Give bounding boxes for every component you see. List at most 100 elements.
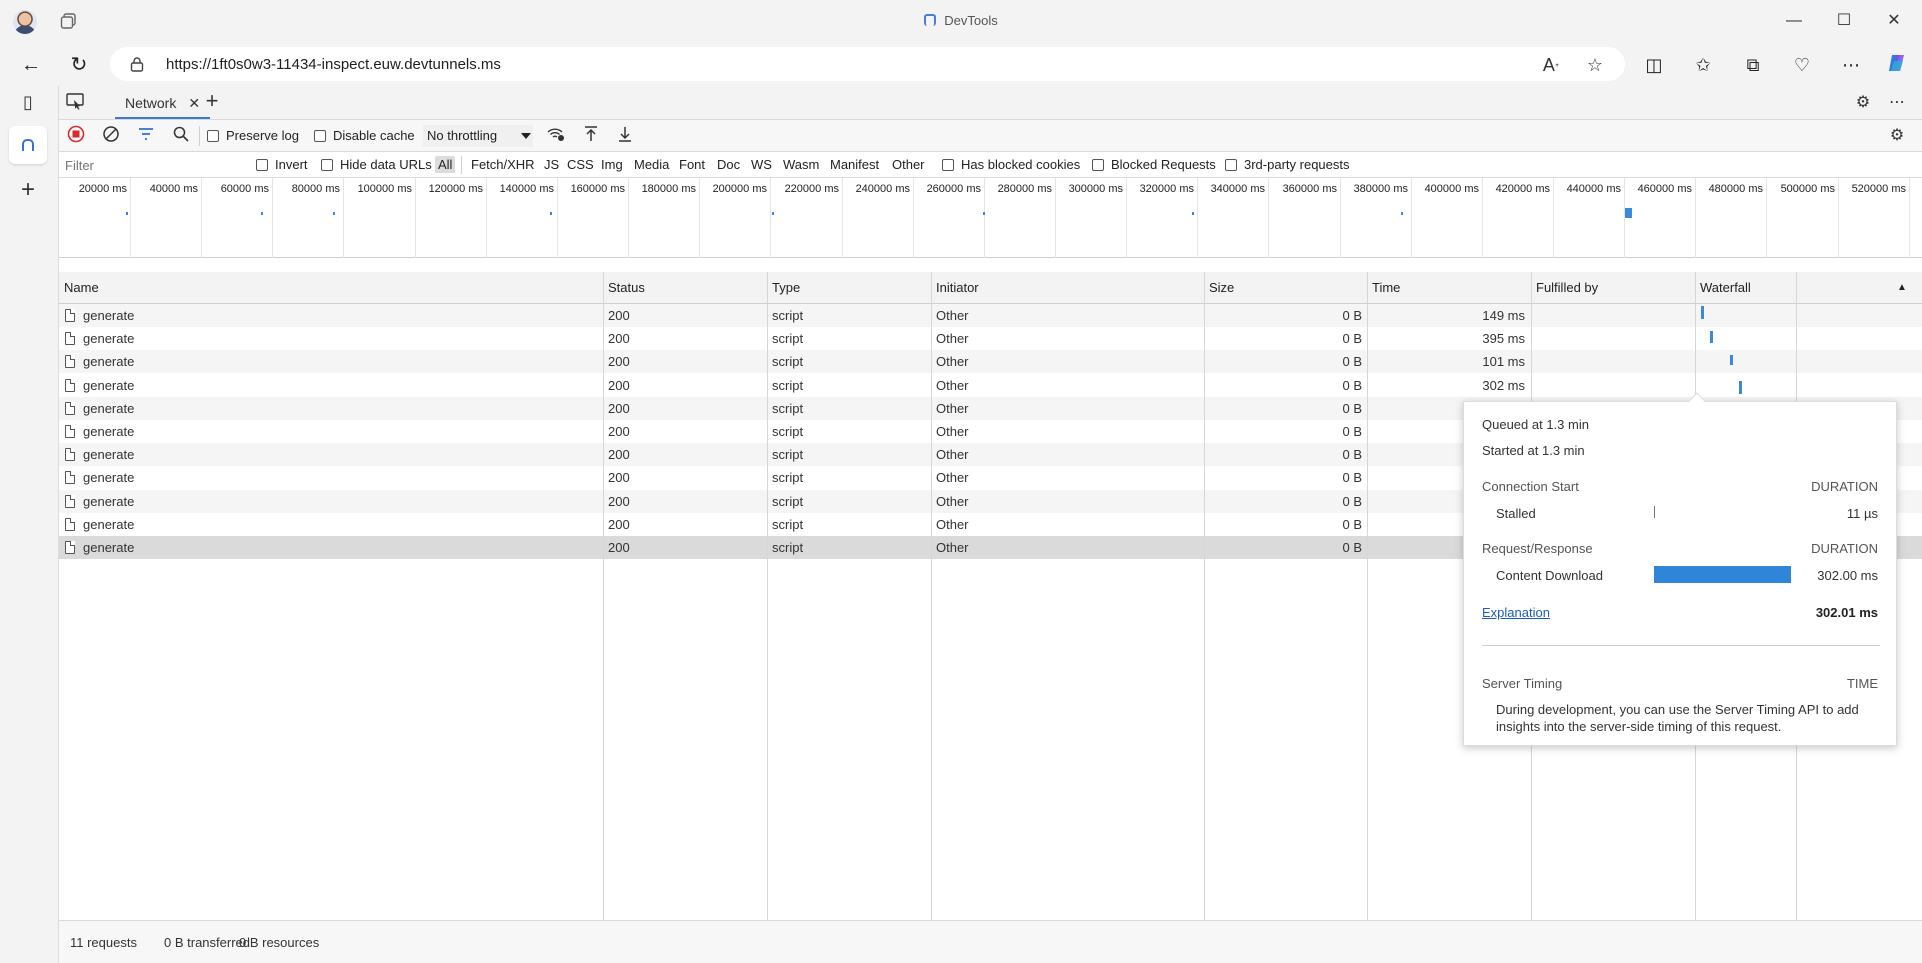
split-screen-icon[interactable]: ◫ (1641, 52, 1667, 78)
filter-type-other[interactable]: Other (889, 156, 928, 173)
table-row[interactable]: generate 200 script Other 0 B 395 ms (59, 327, 1922, 350)
request-initiator: Other (936, 494, 969, 509)
column-fulfilled-by[interactable]: Fulfilled by (1531, 272, 1598, 304)
column-name[interactable]: Name (59, 272, 99, 304)
refresh-button[interactable]: ↻ (66, 52, 92, 78)
waterfall-bar[interactable] (1739, 381, 1742, 394)
preserve-log-checkbox[interactable]: Preserve log (207, 128, 299, 143)
overview-request-mark (772, 212, 774, 215)
network-conditions-icon[interactable] (545, 125, 567, 147)
filter-type-ws[interactable]: WS (748, 156, 775, 173)
column-time[interactable]: Time (1367, 272, 1400, 304)
throttling-select[interactable]: No throttling (423, 125, 533, 147)
request-initiator: Other (936, 470, 969, 485)
filter-type-all[interactable]: All (435, 156, 456, 173)
request-size: 0 B (1342, 401, 1362, 416)
disable-cache-checkbox[interactable]: Disable cache (314, 128, 415, 143)
filter-input[interactable] (59, 154, 243, 176)
customize-more-icon[interactable]: ⋯ (1886, 92, 1908, 114)
browser-essentials-icon[interactable]: ♡ (1789, 52, 1815, 78)
close-window-button[interactable]: ✕ (1882, 10, 1906, 32)
overview-selected-request[interactable] (1625, 208, 1632, 218)
maximize-button[interactable]: ☐ (1832, 10, 1856, 32)
file-icon (65, 379, 75, 392)
explanation-link[interactable]: Explanation (1482, 605, 1550, 620)
column-status[interactable]: Status (603, 272, 645, 304)
read-aloud-icon[interactable]: Aᐩ (1540, 54, 1562, 76)
collections-icon[interactable]: ⧉ (1740, 52, 1766, 78)
table-row[interactable]: generate 200 script Other 0 B 302 ms (59, 374, 1922, 397)
search-icon[interactable] (170, 125, 192, 147)
more-options-icon[interactable]: ⋯ (1838, 52, 1864, 78)
request-type: script (772, 494, 804, 509)
file-icon (65, 541, 75, 554)
has-blocked-cookies-checkbox[interactable]: Has blocked cookies (942, 157, 1080, 172)
add-panel-icon[interactable]: + (201, 90, 223, 112)
invert-checkbox[interactable]: Invert (256, 157, 308, 172)
overview-request-mark (550, 212, 552, 215)
filter-type-fetch-xhr[interactable]: Fetch/XHR (468, 156, 538, 173)
sort-ascending-icon[interactable]: ▲ (1892, 272, 1907, 304)
devtools-tab-icon[interactable] (9, 126, 47, 164)
overview-timeline[interactable]: 20000 ms 40000 ms 60000 ms 80000 ms 100000 m… (59, 178, 1922, 258)
clear-icon[interactable] (100, 125, 122, 147)
request-initiator: Other (936, 447, 969, 462)
copilot-icon[interactable] (1884, 52, 1910, 78)
lock-icon[interactable] (130, 56, 144, 72)
chevron-down-icon (521, 133, 531, 139)
filter-icon[interactable] (135, 125, 157, 147)
export-har-icon[interactable] (614, 125, 636, 147)
stalled-bar (1654, 506, 1655, 518)
waterfall-bar[interactable] (1730, 355, 1733, 365)
filter-bar: Invert Hide data URLs All Fetch/XHR JS C… (59, 152, 1922, 178)
address-bar[interactable]: https://1ft0s0w3-11434-inspect.euw.devtu… (110, 47, 1625, 81)
request-name-text: generate (83, 308, 135, 323)
blocked-requests-checkbox[interactable]: Blocked Requests (1092, 157, 1216, 172)
filter-type-wasm[interactable]: Wasm (780, 156, 822, 173)
tab-network[interactable]: Network ✕ (115, 86, 211, 119)
request-status: 200 (608, 354, 630, 369)
column-type[interactable]: Type (767, 272, 800, 304)
network-settings-gear-icon[interactable]: ⚙ (1886, 125, 1908, 147)
url-text[interactable]: https://1ft0s0w3-11434-inspect.euw.devtu… (166, 56, 501, 73)
device-emulation-icon[interactable] (65, 92, 87, 114)
filter-type-font[interactable]: Font (676, 156, 708, 173)
column-initiator[interactable]: Initiator (931, 272, 979, 304)
filter-type-manifest[interactable]: Manifest (827, 156, 882, 173)
settings-gear-icon[interactable]: ⚙ (1852, 92, 1874, 114)
request-name-text: generate (83, 517, 135, 532)
filter-type-js[interactable]: JS (541, 156, 562, 173)
request-status: 200 (608, 378, 630, 393)
table-row[interactable]: generate 200 script Other 0 B 101 ms (59, 350, 1922, 373)
favorite-star-icon[interactable]: ☆ (1584, 54, 1606, 76)
overview-request-mark (126, 212, 128, 215)
back-button[interactable]: ← (18, 52, 44, 78)
hide-data-urls-checkbox[interactable]: Hide data URLs (321, 157, 432, 172)
minimize-button[interactable]: — (1782, 10, 1806, 32)
overview-gridline (1197, 178, 1198, 258)
waterfall-bar[interactable] (1701, 306, 1704, 319)
filter-type-css[interactable]: CSS (564, 156, 597, 173)
filter-type-img[interactable]: Img (598, 156, 626, 173)
third-party-requests-checkbox[interactable]: 3rd-party requests (1225, 157, 1350, 172)
request-type: script (772, 540, 804, 555)
sidebar-toggle-icon[interactable]: ▯ (14, 88, 42, 116)
filter-type-media[interactable]: Media (631, 156, 672, 173)
request-name: generate (65, 536, 134, 559)
filter-type-doc[interactable]: Doc (714, 156, 743, 173)
request-response-heading: Request/Response (1482, 541, 1593, 556)
record-stop-icon[interactable] (65, 125, 87, 147)
request-size: 0 B (1342, 378, 1362, 393)
column-size[interactable]: Size (1204, 272, 1234, 304)
table-row[interactable]: generate 200 script Other 0 B 149 ms (59, 304, 1922, 327)
waterfall-bar[interactable] (1710, 331, 1713, 343)
overview-gridline (201, 178, 202, 258)
favorites-icon[interactable]: ✩ (1690, 52, 1716, 78)
column-waterfall[interactable]: Waterfall (1695, 272, 1751, 304)
content-download-label: Content Download (1496, 568, 1603, 583)
new-tab-icon[interactable]: + (14, 176, 42, 204)
close-tab-icon[interactable]: ✕ (188, 95, 200, 111)
overview-tick-label: 160000 ms (570, 183, 625, 195)
import-har-icon[interactable] (580, 125, 602, 147)
request-type: script (772, 447, 804, 462)
